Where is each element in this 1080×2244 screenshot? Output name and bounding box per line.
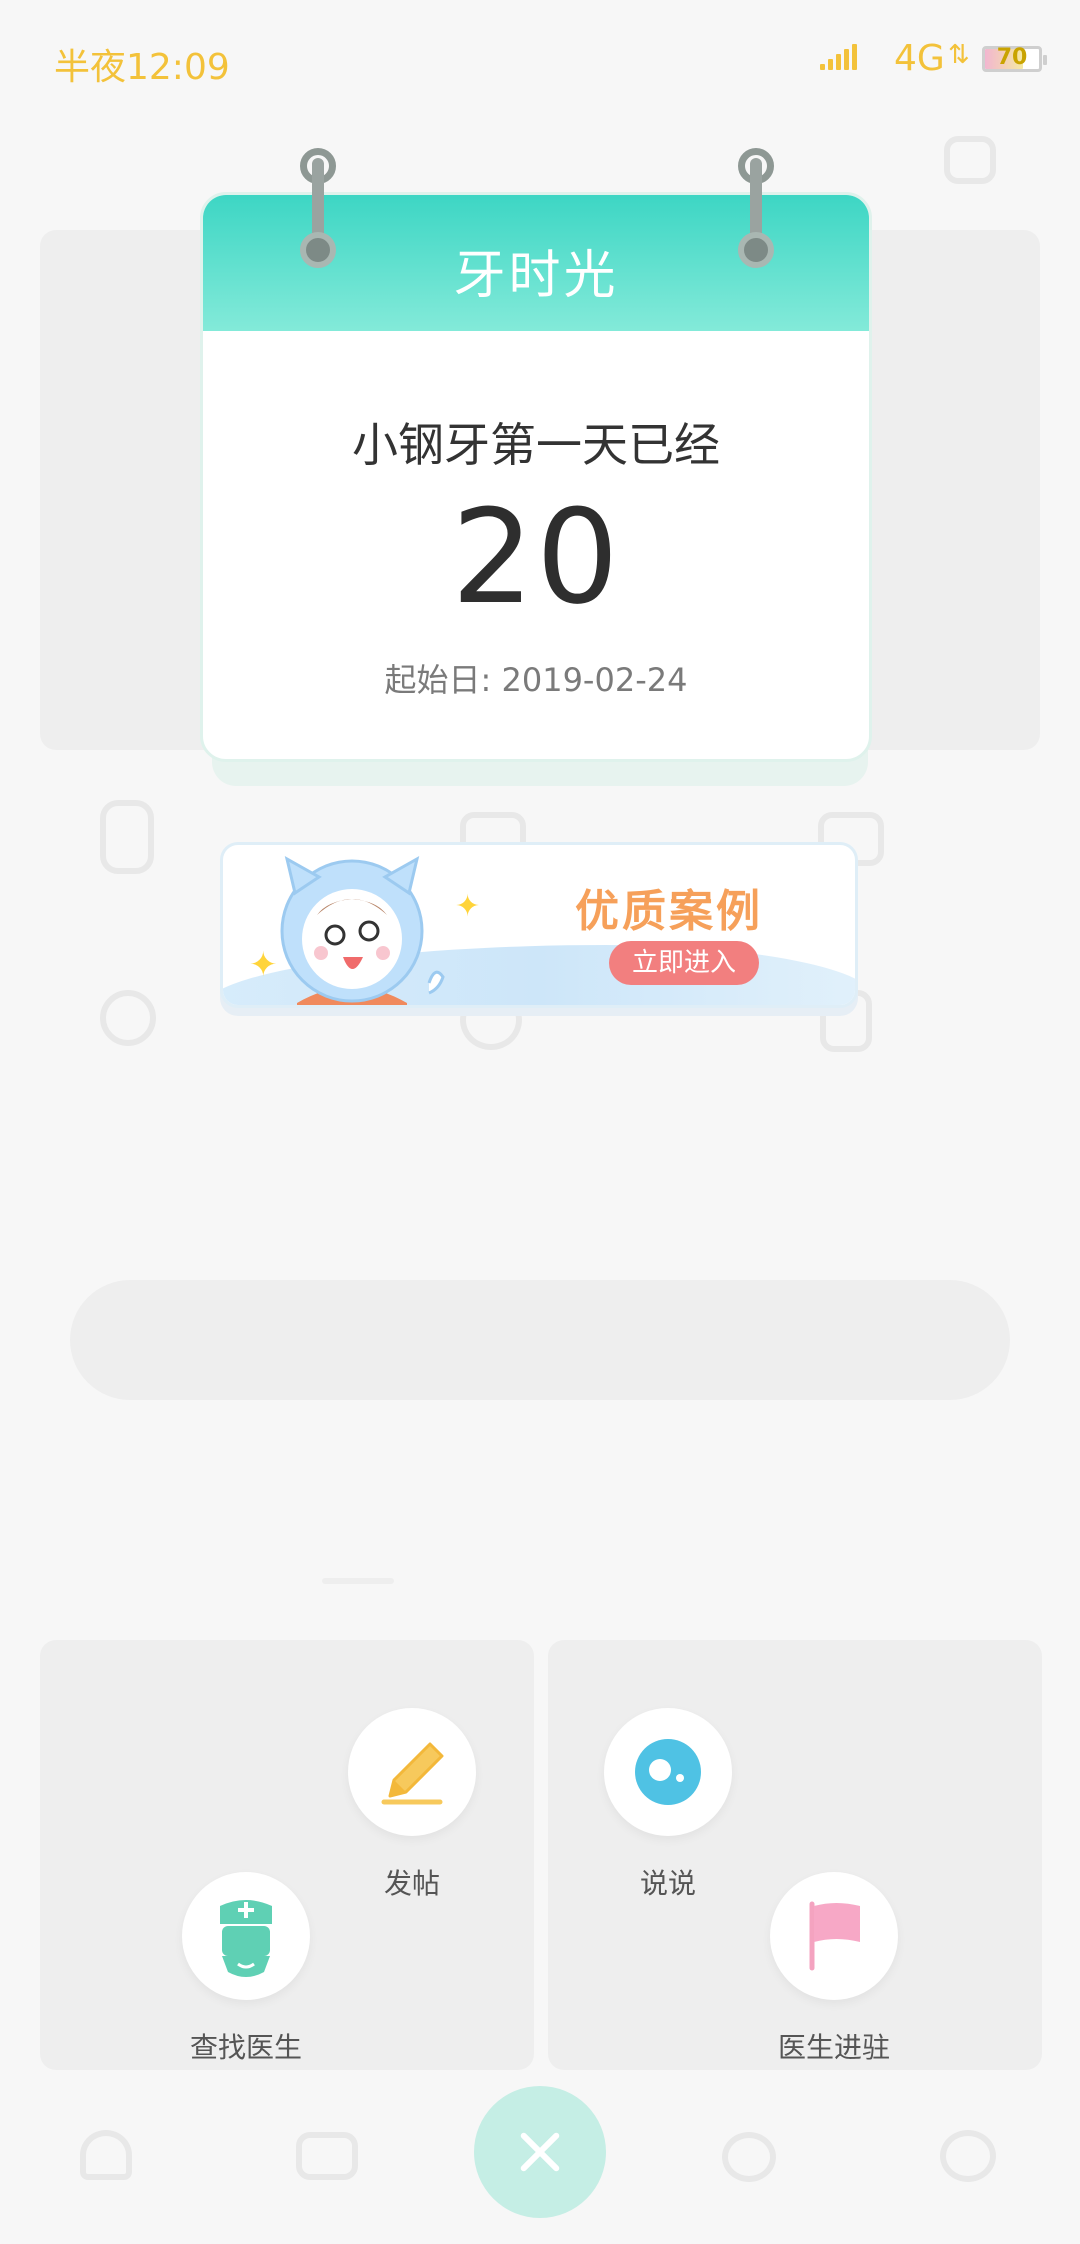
bubble-icon [635, 1739, 701, 1805]
doctor-join-label: 医生进驻 [777, 2031, 890, 2064]
calendar-ring-right-icon [738, 148, 774, 268]
say-button-circle[interactable] [604, 1708, 732, 1836]
battery-icon: 70 [982, 45, 1047, 72]
calendar-ring-left-icon [300, 148, 336, 268]
signal-icon [820, 44, 860, 70]
doctor-join-button-circle[interactable] [770, 1872, 898, 2000]
doctor-icon [220, 1900, 272, 1977]
network-type: 4G [894, 38, 945, 79]
enter-now-button[interactable]: 立即进入 [609, 941, 759, 985]
sparkle-icon: ✦ [249, 945, 278, 985]
status-time: 半夜12:09 [54, 47, 230, 88]
flag-icon [809, 1901, 860, 1971]
tooth-time-calendar-card[interactable]: 牙时光 小钢牙第一天已经 20 起始日: 2019-02-24 [200, 192, 872, 762]
calendar-subtitle: 小钢牙第一天已经 [352, 418, 720, 472]
close-button[interactable] [474, 2086, 606, 2218]
battery-level: 70 [996, 45, 1028, 70]
post-button-circle[interactable] [348, 1708, 476, 1836]
banner-title: 优质案例 [575, 886, 763, 937]
calendar-start-date: 起始日: 2019-02-24 [384, 661, 688, 699]
pencil-icon [381, 1742, 444, 1805]
calendar-day-count: 20 [451, 481, 621, 633]
sparkle-icon: ✦ [455, 889, 481, 924]
find-doctor-button-circle[interactable] [182, 1872, 310, 2000]
status-bar: 半夜12:09 4G ⇅ 70 [0, 0, 1080, 120]
find-doctor-button[interactable]: 查找医生 [146, 1872, 346, 2066]
quality-cases-banner[interactable]: ✦ ✦ 优质案例 立即进入 [220, 842, 858, 1008]
doctor-join-button[interactable]: 医生进驻 [734, 1872, 934, 2066]
data-transfer-icon: ⇅ [948, 40, 970, 70]
find-doctor-label: 查找医生 [189, 2031, 302, 2064]
mascot-icon [280, 856, 445, 1005]
